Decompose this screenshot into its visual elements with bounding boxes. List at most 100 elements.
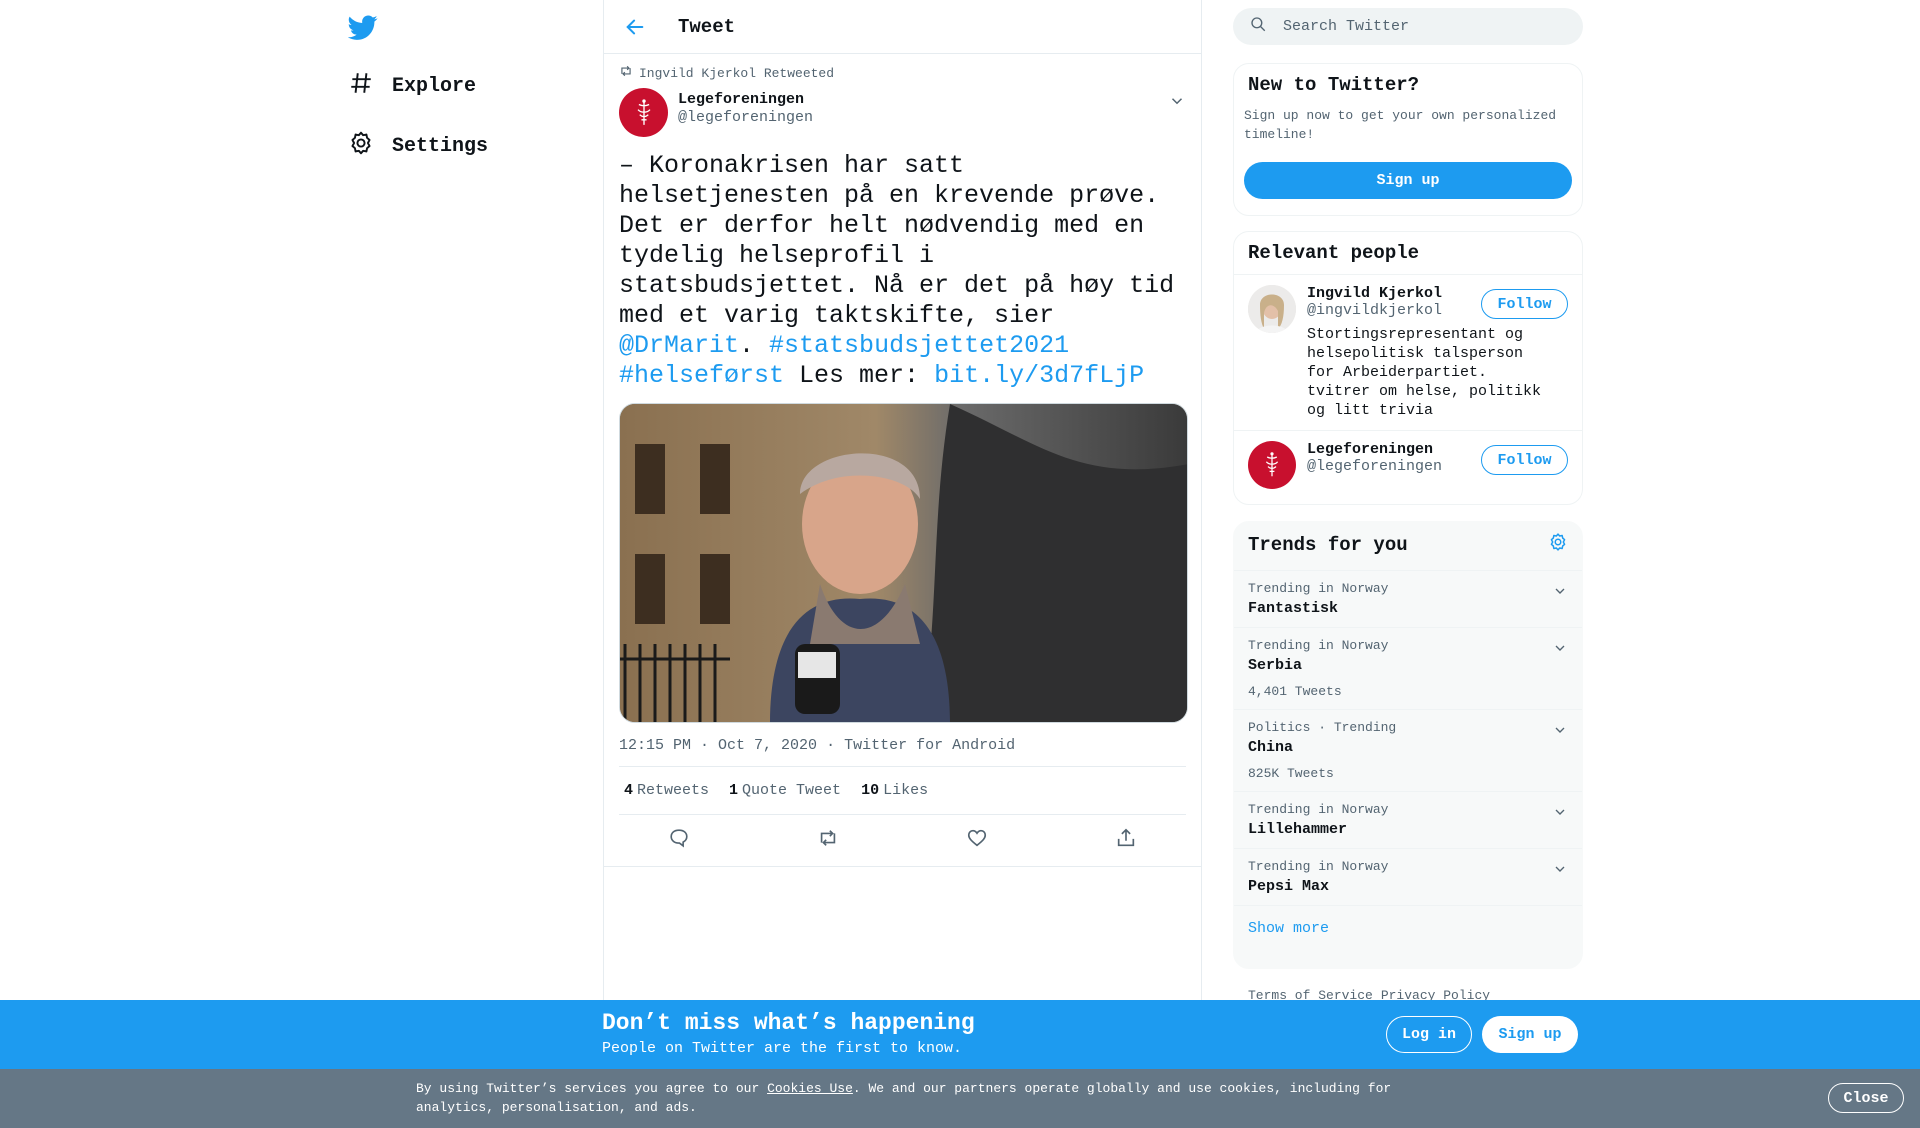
sign-up-button[interactable]: Sign up [1482,1016,1578,1053]
tweet-header: Tweet [604,0,1201,54]
legeforeningen-logo-icon [637,98,650,125]
tweet-text-body: Les mer: [784,361,935,390]
person-bio: Stortingsrepresentant og helsepolitisk t… [1307,326,1542,419]
relevant-people-title: Relevant people [1234,232,1582,275]
trend-count: 825K Tweets [1248,766,1334,781]
retweets-count: 4 [624,782,634,799]
trend-meta: Politics · Trending [1248,720,1397,735]
nav-settings[interactable]: Settings [348,130,488,163]
tweet-column: Tweet Ingvild Kjerkol Retweeted Legefore… [603,0,1202,1000]
tweet-actions [604,815,1201,867]
retweet-icon[interactable] [817,827,839,854]
chevron-down-icon[interactable] [1168,92,1186,110]
meta-separator: · [826,737,845,754]
tweet-author: Legeforeningen @legeforeningen [619,88,1186,137]
chevron-down-icon[interactable] [1552,640,1568,656]
close-button[interactable]: Close [1828,1083,1904,1113]
chevron-down-icon[interactable] [1552,861,1568,877]
hashtag-link[interactable]: #helseførst [619,361,784,390]
retweet-small-icon [619,64,633,82]
trend-item[interactable]: Trending in Norway Pepsi Max [1234,849,1582,906]
chevron-down-icon[interactable] [1552,583,1568,599]
trend-name: Lillehammer [1248,821,1348,838]
log-in-button[interactable]: Log in [1386,1016,1472,1053]
author-handle[interactable]: @legeforeningen [678,109,813,126]
sign-up-button[interactable]: Sign up [1244,162,1572,199]
page-title: Tweet [678,15,736,38]
person-photo-icon [1248,285,1296,333]
nav-explore[interactable]: Explore [348,70,476,103]
trend-name: Pepsi Max [1248,878,1330,895]
tweet-text-body: . [739,331,770,360]
twitter-logo-icon[interactable] [347,12,380,44]
tweet-meta: 12:15 PM · Oct 7, 2020 · Twitter for And… [619,737,1186,767]
nav-explore-label: Explore [392,75,477,98]
trends-header: Trends for you [1234,522,1582,571]
gear-icon[interactable] [1548,532,1568,558]
search-icon [1249,15,1283,38]
show-more-link[interactable]: Show more [1234,906,1582,951]
tweet: Ingvild Kjerkol Retweeted Legeforeningen… [604,54,1201,867]
trend-item[interactable]: Trending in Norway Serbia 4,401 Tweets [1234,628,1582,710]
avatar[interactable] [619,88,668,137]
author-name[interactable]: Legeforeningen [678,91,813,108]
retweets-stat[interactable]: 4 Retweets [624,782,709,799]
trend-item[interactable]: Trending in Norway Fantastisk [1234,571,1582,628]
retweet-context[interactable]: Ingvild Kjerkol Retweeted [619,64,1186,82]
legeforeningen-logo-icon [1265,452,1279,477]
person-item[interactable]: Legeforeningen @legeforeningen Follow [1234,430,1582,499]
quotes-stat[interactable]: 1 Quote Tweet [729,782,841,799]
cookie-text: By using Twitter’s services you agree to… [416,1079,1416,1117]
chevron-down-icon[interactable] [1552,804,1568,820]
trends-card: Trends for you Trending in Norway Fantas… [1233,521,1583,969]
likes-count: 10 [861,782,880,799]
hashtag-icon [348,70,374,103]
likes-stat[interactable]: 10 Likes [861,782,928,799]
tweet-text: – Koronakrisen har satt helsetjenesten p… [619,151,1186,391]
trend-name: Serbia [1248,657,1303,674]
person-item[interactable]: Ingvild Kjerkol @ingvildkjerkol Storting… [1234,275,1582,430]
tweet-time[interactable]: 12:15 PM · Oct 7, 2020 [619,737,817,754]
retweets-label: Retweets [637,782,710,799]
trend-meta: Trending in Norway [1248,859,1389,874]
photo-image [620,404,1187,722]
hashtag-link[interactable]: #statsbudsjettet2021 [769,331,1069,360]
left-navigation: Explore Settings [340,0,600,1000]
trend-meta: Trending in Norway [1248,802,1389,817]
trend-meta: Trending in Norway [1248,638,1389,653]
share-icon[interactable] [1115,827,1137,854]
cookies-use-link[interactable]: Cookies Use [767,1081,853,1096]
url-link[interactable]: bit.ly/3d7fLjP [934,361,1144,390]
reply-icon[interactable] [668,827,690,854]
back-arrow-icon[interactable] [624,16,646,38]
nav-settings-label: Settings [392,135,489,158]
follow-button[interactable]: Follow [1481,289,1568,319]
cookie-banner: By using Twitter’s services you agree to… [0,1069,1920,1128]
search-input[interactable] [1283,18,1553,35]
trend-item[interactable]: Politics · Trending China 825K Tweets [1234,710,1582,792]
tweet-source[interactable]: Twitter for Android [844,737,1015,754]
like-heart-icon[interactable] [966,827,988,854]
retweeted-by-label: Ingvild Kjerkol Retweeted [639,65,835,81]
trend-meta: Trending in Norway [1248,581,1389,596]
quotes-count: 1 [729,782,739,799]
signup-prompt-bar: Don’t miss what’s happening People on Tw… [0,1000,1920,1069]
prompt-headline: Don’t miss what’s happening [602,1010,975,1036]
new-to-twitter-title: New to Twitter? [1248,74,1420,96]
new-to-twitter-card: New to Twitter? Sign up now to get your … [1233,63,1583,216]
mention-link[interactable]: @DrMarit [619,331,739,360]
avatar[interactable] [1248,285,1296,333]
trend-item[interactable]: Trending in Norway Lillehammer [1234,792,1582,849]
prompt-subline: People on Twitter are the first to know. [602,1040,963,1057]
search-box[interactable] [1233,8,1583,45]
tweet-stats: 4 Retweets 1 Quote Tweet 10 Likes [619,767,1186,815]
gear-icon [348,130,374,163]
trend-count: 4,401 Tweets [1248,684,1342,699]
avatar[interactable] [1248,441,1296,489]
chevron-down-icon[interactable] [1552,722,1568,738]
cookie-text-prefix: By using Twitter’s services you agree to… [416,1081,768,1096]
quotes-label: Quote Tweet [742,782,842,799]
new-to-twitter-subtitle: Sign up now to get your own personalized… [1244,108,1557,142]
tweet-photo[interactable] [619,403,1188,723]
follow-button[interactable]: Follow [1481,445,1568,475]
